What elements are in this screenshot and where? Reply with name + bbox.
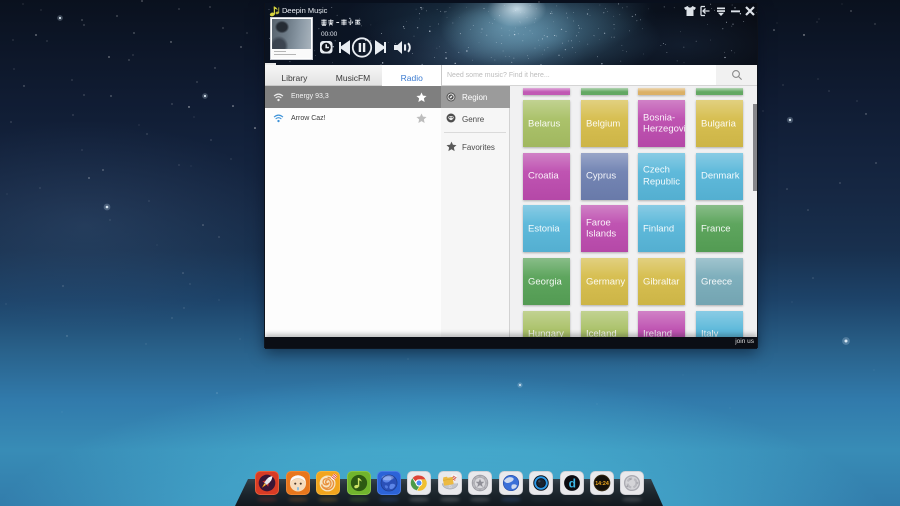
svg-text:14:24: 14:24 [595,481,609,487]
svg-text:d: d [569,476,576,490]
